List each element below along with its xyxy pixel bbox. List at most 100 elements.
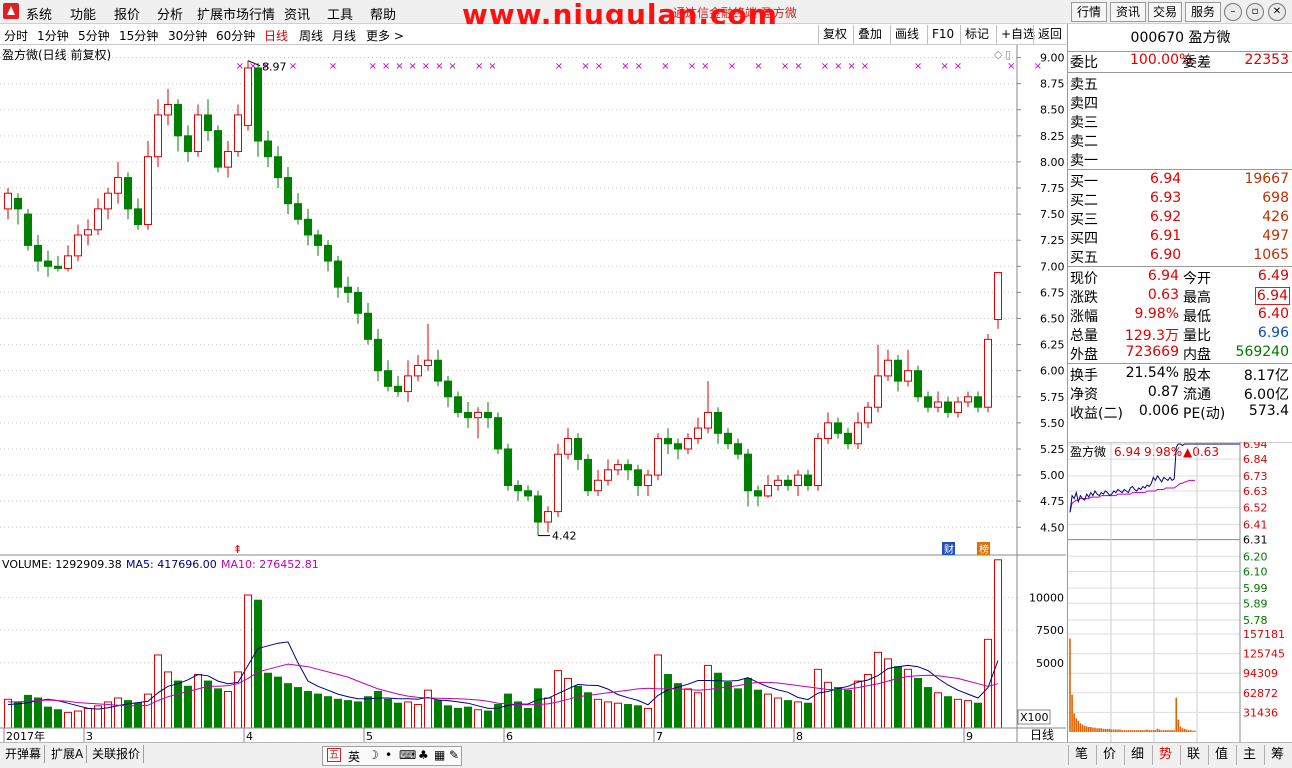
- price-tick-label: 7.00: [1040, 260, 1065, 273]
- service-button[interactable]: 服务: [1185, 2, 1221, 22]
- fuquan-button[interactable]: 复权: [818, 25, 851, 44]
- related-quote-tab[interactable]: 关联报价: [89, 745, 145, 763]
- event-marker[interactable]: ×: [409, 61, 417, 72]
- intraday-mini-chart[interactable]: 盈方微 6.94 9.98% ▲0.63 6.946.846.736.636.5…: [1067, 442, 1292, 742]
- event-marker[interactable]: ×: [395, 61, 403, 72]
- danmu-toggle[interactable]: 开弹幕: [2, 745, 46, 763]
- event-marker[interactable]: ×: [728, 61, 736, 72]
- right-tab-jia[interactable]: 价: [1096, 745, 1122, 765]
- stat-row-outer: 外盘 723669 内盘 569240: [1068, 344, 1292, 363]
- period-daily[interactable]: 日线: [264, 27, 288, 44]
- event-marker[interactable]: ×: [1007, 61, 1015, 72]
- period-weekly[interactable]: 周线: [299, 27, 323, 44]
- candle-body-up: [164, 103, 172, 116]
- back-button[interactable]: 返回: [1033, 25, 1066, 44]
- menu-quote[interactable]: 报价: [114, 4, 140, 23]
- right-tab-chou[interactable]: 筹: [1264, 745, 1290, 765]
- event-marker[interactable]: ×: [581, 61, 589, 72]
- event-marker[interactable]: ×: [794, 61, 802, 72]
- event-marker[interactable]: ×: [475, 61, 483, 72]
- ime-dot-icon[interactable]: •: [385, 748, 392, 762]
- kline-chart[interactable]: ××××××××××××××××××××××××××××××××××××××××…: [0, 45, 1066, 742]
- mini-price-tick: 5.99: [1243, 582, 1268, 595]
- event-marker[interactable]: ×: [249, 61, 257, 72]
- overlay-button[interactable]: 叠加: [853, 25, 886, 44]
- event-marker[interactable]: ×: [236, 61, 244, 72]
- ime-lang[interactable]: 英: [348, 748, 360, 765]
- right-tab-zhi[interactable]: 值: [1208, 745, 1234, 765]
- trade-button[interactable]: 交易: [1148, 2, 1182, 22]
- volume-bar-down: [394, 702, 402, 729]
- restore-icon[interactable]: ▫: [1246, 3, 1264, 21]
- event-marker[interactable]: ×: [435, 61, 443, 72]
- menu-help[interactable]: 帮助: [370, 4, 396, 23]
- menu-news[interactable]: 资讯: [284, 4, 310, 23]
- menu-system[interactable]: 系统: [26, 4, 52, 23]
- event-marker[interactable]: ×: [635, 61, 643, 72]
- ime-logo-icon[interactable]: 五: [327, 748, 341, 762]
- right-tab-zhu[interactable]: 主: [1236, 745, 1262, 765]
- right-tab-lian[interactable]: 联: [1180, 745, 1206, 765]
- volume-bar-down: [714, 672, 722, 729]
- minimize-icon[interactable]: –: [1224, 3, 1242, 21]
- draw-button[interactable]: 画线: [890, 25, 923, 44]
- menu-function[interactable]: 功能: [70, 4, 96, 23]
- right-tab-xi[interactable]: 细: [1124, 745, 1150, 765]
- event-marker[interactable]: ×: [861, 61, 869, 72]
- close-icon[interactable]: ✕: [1268, 3, 1286, 21]
- event-marker[interactable]: ×: [701, 61, 709, 72]
- event-marker[interactable]: ×: [329, 61, 337, 72]
- mark-button[interactable]: 标记: [960, 25, 993, 44]
- event-marker[interactable]: ×: [555, 61, 563, 72]
- candle-body-down: [894, 359, 902, 382]
- event-marker[interactable]: ×: [914, 61, 922, 72]
- event-marker[interactable]: ×: [595, 61, 603, 72]
- news-button[interactable]: 资讯: [1110, 2, 1146, 22]
- event-marker[interactable]: ×: [688, 61, 696, 72]
- period-monthly[interactable]: 月线: [332, 27, 356, 44]
- volume-bar-down: [624, 704, 632, 729]
- event-marker[interactable]: ×: [448, 61, 456, 72]
- extended-a-tab[interactable]: 扩展A: [48, 745, 88, 763]
- ime-skin-icon[interactable]: ♣: [418, 748, 429, 762]
- period-fenshi[interactable]: 分时: [4, 27, 28, 44]
- right-tab-shi[interactable]: 势: [1152, 745, 1178, 765]
- right-tab-bi[interactable]: 笔: [1068, 745, 1094, 765]
- ime-toolbar[interactable]: 五 英 ☽ • ⌨ ♣ ▦ ✎: [322, 746, 462, 766]
- ime-grid-icon[interactable]: ▦: [434, 748, 445, 762]
- candle-body-down: [204, 114, 212, 132]
- ime-keyboard-icon[interactable]: ⌨: [399, 748, 416, 762]
- event-marker[interactable]: ×: [954, 61, 962, 72]
- event-marker[interactable]: ×: [488, 61, 496, 72]
- menu-extended-market[interactable]: 扩展市场行情: [197, 4, 275, 23]
- diamond-icon[interactable]: ◇: [994, 48, 1003, 61]
- period-15min[interactable]: 15分钟: [119, 27, 158, 44]
- menu-tools[interactable]: 工具: [327, 4, 353, 23]
- period-1min[interactable]: 1分钟: [37, 27, 69, 44]
- menu-analysis[interactable]: 分析: [157, 4, 183, 23]
- period-5min[interactable]: 5分钟: [78, 27, 110, 44]
- candle-body-down: [524, 490, 532, 497]
- event-marker[interactable]: ×: [661, 61, 669, 72]
- period-more[interactable]: 更多 >: [366, 27, 404, 44]
- f10-button[interactable]: F10: [927, 25, 958, 44]
- event-marker[interactable]: ×: [781, 61, 789, 72]
- period-30min[interactable]: 30分钟: [168, 27, 207, 44]
- ime-wrench-icon[interactable]: ✎: [449, 748, 459, 762]
- buy1-price: 6.94: [1150, 171, 1182, 187]
- event-marker[interactable]: ×: [422, 61, 430, 72]
- event-marker[interactable]: ×: [621, 61, 629, 72]
- event-marker[interactable]: ×: [821, 61, 829, 72]
- panel-toggle-icon[interactable]: ▯: [1005, 48, 1011, 61]
- event-marker[interactable]: ×: [754, 61, 762, 72]
- event-marker[interactable]: ×: [847, 61, 855, 72]
- candle-body-up: [594, 479, 602, 492]
- period-60min[interactable]: 60分钟: [216, 27, 255, 44]
- event-marker[interactable]: ×: [382, 61, 390, 72]
- hq-button[interactable]: 行情: [1071, 2, 1107, 22]
- event-marker[interactable]: ×: [369, 61, 377, 72]
- event-marker[interactable]: ×: [941, 61, 949, 72]
- ime-moon-icon[interactable]: ☽: [368, 748, 379, 762]
- event-marker[interactable]: ×: [289, 61, 297, 72]
- event-marker[interactable]: ×: [834, 61, 842, 72]
